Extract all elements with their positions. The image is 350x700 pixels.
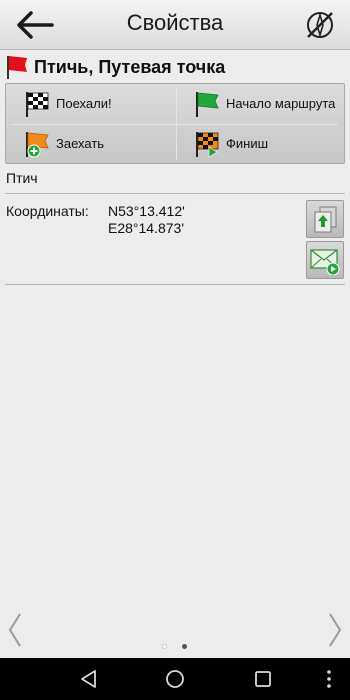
divider xyxy=(5,193,345,194)
visit-button[interactable]: Заехать xyxy=(6,124,176,164)
send-message-icon xyxy=(310,249,340,275)
previous-page-button[interactable] xyxy=(6,610,24,650)
red-flag-icon xyxy=(7,56,27,79)
nav-back-icon[interactable] xyxy=(78,668,100,690)
finish-label: Финиш xyxy=(226,136,269,151)
system-navigation-bar xyxy=(0,658,350,700)
app-header: Свойства xyxy=(0,0,350,50)
poi-name: Птичь, Путевая точка xyxy=(34,57,226,77)
latitude-value: N53°13.412' xyxy=(108,203,185,219)
divider xyxy=(5,284,345,285)
orange-flag-add-icon xyxy=(26,132,49,158)
nav-menu-icon[interactable] xyxy=(324,668,334,690)
visit-label: Заехать xyxy=(56,136,105,151)
next-page-button[interactable] xyxy=(326,610,344,650)
page-dot-active xyxy=(182,644,187,649)
green-flag-icon xyxy=(196,92,219,117)
go-label: Поехали! xyxy=(56,96,112,111)
nav-home-icon[interactable] xyxy=(164,668,186,690)
go-button[interactable]: Поехали! xyxy=(6,84,176,124)
send-button[interactable] xyxy=(306,241,344,279)
chevron-right-icon xyxy=(329,613,342,647)
export-button[interactable] xyxy=(306,200,344,238)
arrow-left-icon xyxy=(17,11,54,39)
no-compass-icon xyxy=(307,12,333,38)
finish-flag-icon xyxy=(196,132,219,158)
route-start-label: Начало маршрута xyxy=(226,96,336,111)
chevron-left-icon xyxy=(8,613,21,647)
route-start-button[interactable]: Начало маршрута xyxy=(176,84,346,124)
finish-button[interactable]: Финиш xyxy=(176,124,346,164)
page-title: Свойства xyxy=(126,10,224,35)
poi-title-row: Птичь, Путевая точка xyxy=(6,54,346,80)
back-button[interactable] xyxy=(14,8,58,42)
checkered-flag-icon xyxy=(26,92,49,117)
coordinates-label: Координаты: xyxy=(6,203,89,219)
compass-button[interactable] xyxy=(304,9,336,41)
page-dot xyxy=(162,644,167,649)
action-panel: Поехали! Начало маршрута Заехать Финиш xyxy=(5,83,345,164)
poi-category: Птич xyxy=(6,170,38,186)
export-icon xyxy=(314,206,337,233)
nav-recent-icon[interactable] xyxy=(252,668,274,690)
page-indicator xyxy=(160,644,190,650)
longitude-value: E28°14.873' xyxy=(108,220,185,236)
